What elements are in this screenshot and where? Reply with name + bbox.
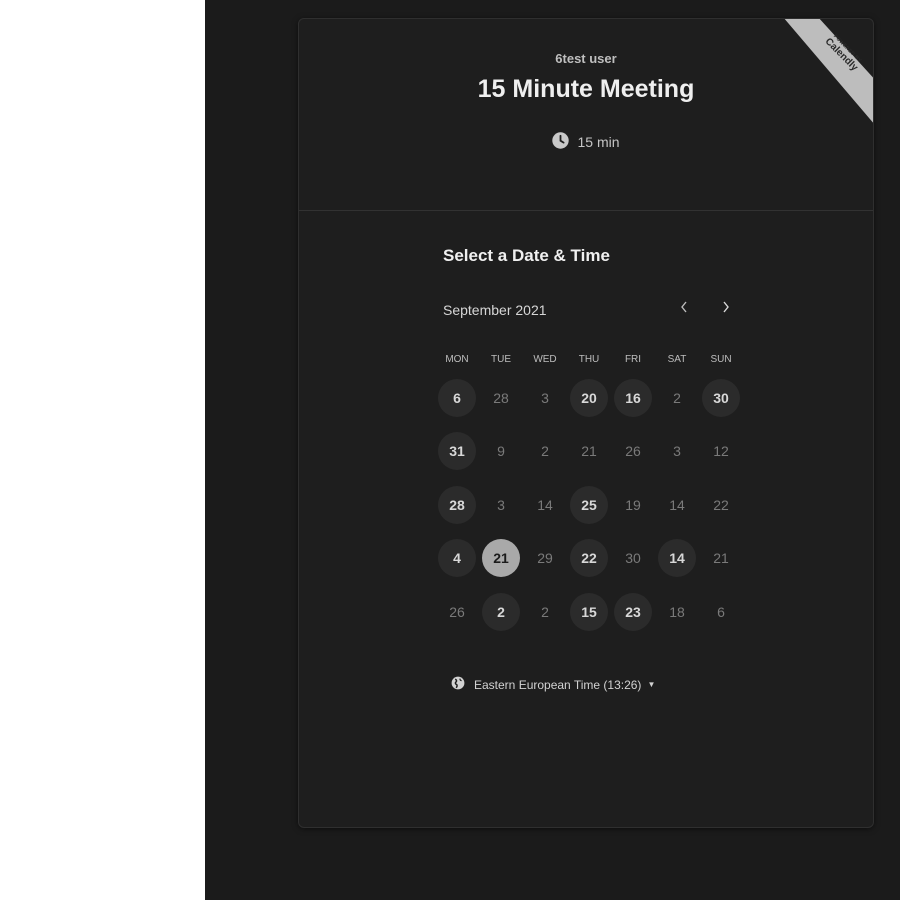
available-day-button[interactable]: 15: [570, 592, 608, 631]
calendar-cell: 3: [523, 371, 567, 425]
calendar-cell: 18: [655, 585, 699, 639]
weekday-label: THU: [578, 354, 600, 365]
timezone-label: Eastern European Time (13:26): [474, 677, 642, 692]
available-day-button[interactable]: 2: [482, 592, 520, 631]
unavailable-day: 3: [673, 443, 681, 460]
calendar-cell: 30: [611, 532, 655, 586]
available-day-button[interactable]: 30: [702, 378, 740, 417]
globe-icon: [451, 676, 465, 693]
owner-name: 6test user: [555, 51, 617, 66]
unavailable-day: 21: [581, 443, 597, 460]
calendar-cell: 28: [479, 371, 523, 425]
event-header: 6test user 15 Minute Meeting 15 min: [299, 19, 873, 211]
weekday-header-row: MON TUE WED THU FRI SAT SUN: [435, 354, 743, 365]
calendar-cell: 4: [435, 532, 479, 586]
chevron-right-icon: [721, 300, 731, 319]
weekday-label: FRI: [624, 354, 642, 365]
available-day-button[interactable]: 20: [570, 378, 608, 417]
unavailable-day: 2: [673, 389, 681, 406]
select-date-heading: Select a Date & Time: [443, 246, 610, 265]
calendar-cell: 2: [523, 585, 567, 639]
available-day-button[interactable]: 14: [658, 539, 696, 578]
duration-label: 15 min: [577, 134, 620, 150]
calendar-cell: 21: [479, 532, 523, 586]
calendar-cell: 26: [435, 585, 479, 639]
unavailable-day: 2: [541, 603, 549, 620]
calendar-cell: 25: [567, 478, 611, 532]
unavailable-day: 30: [625, 550, 641, 567]
event-title: 15 Minute Meeting: [477, 75, 695, 103]
unavailable-day: 14: [537, 496, 553, 513]
available-day-button[interactable]: 4: [438, 539, 476, 578]
available-day-button[interactable]: 22: [570, 539, 608, 578]
available-day-button[interactable]: 6: [438, 378, 476, 417]
unavailable-day: 6: [717, 603, 725, 620]
calendar-cell: 31: [435, 425, 479, 479]
calendar-cell: 3: [655, 425, 699, 479]
event-duration: 15 min: [299, 132, 873, 152]
calendar-cell: 29: [523, 532, 567, 586]
unavailable-day: 21: [713, 550, 729, 567]
calendar-cell: 14: [655, 532, 699, 586]
weekday-label: TUE: [491, 354, 511, 365]
unavailable-day: 26: [625, 443, 641, 460]
calendar-cell: 21: [699, 532, 743, 586]
available-day-button[interactable]: 28: [438, 485, 476, 524]
calendar-cell: 14: [523, 478, 567, 532]
calendar-cell: 6: [435, 371, 479, 425]
available-day-button[interactable]: 16: [614, 378, 652, 417]
previous-month-button[interactable]: [672, 297, 696, 321]
caret-down-icon: ▼: [647, 680, 656, 689]
calendar-cell: 20: [567, 371, 611, 425]
calendar-cell: 12: [699, 425, 743, 479]
calendar-cell: 21: [567, 425, 611, 479]
calendar-cell: 19: [611, 478, 655, 532]
calendar-cell: 2: [655, 371, 699, 425]
calendar-cell: 22: [699, 478, 743, 532]
header-divider: [299, 210, 873, 211]
calendar-cell: 3: [479, 478, 523, 532]
available-day-button[interactable]: 25: [570, 485, 608, 524]
calendar-day-grid: 6 28 3 20 16 2 30 31 9 2 21 26 3 12 28 3 14 25 19 14 22 4 21 29…: [435, 371, 743, 639]
calendar-cell: 26: [611, 425, 655, 479]
available-day-button[interactable]: 23: [614, 592, 652, 631]
calendar-cell: 22: [567, 532, 611, 586]
unavailable-day: 9: [497, 443, 505, 460]
calendar-cell: 23: [611, 585, 655, 639]
clock-icon: [552, 132, 570, 152]
calendar-cell: 14: [655, 478, 699, 532]
weekday-label: MON: [445, 354, 469, 365]
unavailable-day: 22: [713, 496, 729, 513]
unavailable-day: 2: [541, 443, 549, 460]
next-month-button[interactable]: [714, 297, 738, 321]
calendar-cell: 2: [479, 585, 523, 639]
unavailable-day: 3: [541, 389, 549, 406]
unavailable-day: 18: [669, 603, 685, 620]
booking-card: POWERED BY Calendly 6test user 15 Minute…: [298, 18, 874, 828]
unavailable-day: 28: [493, 389, 509, 406]
calendar-cell: 28: [435, 478, 479, 532]
weekday-label: SAT: [667, 354, 687, 365]
selected-day-button[interactable]: 21: [482, 539, 520, 578]
weekday-label: WED: [533, 354, 557, 365]
chevron-left-icon: [679, 300, 689, 319]
unavailable-day: 19: [625, 496, 641, 513]
timezone-selector[interactable]: Eastern European Time (13:26) ▼: [451, 676, 655, 693]
unavailable-day: 29: [537, 550, 553, 567]
calendar-cell: 6: [699, 585, 743, 639]
calendar-cell: 9: [479, 425, 523, 479]
calendar-cell: 2: [523, 425, 567, 479]
available-day-button[interactable]: 31: [438, 432, 476, 471]
unavailable-day: 3: [497, 496, 505, 513]
calendar-cell: 15: [567, 585, 611, 639]
month-label: September 2021: [443, 302, 547, 318]
calendar-cell: 30: [699, 371, 743, 425]
unavailable-day: 14: [669, 496, 685, 513]
calendar-cell: 16: [611, 371, 655, 425]
unavailable-day: 12: [713, 443, 729, 460]
weekday-label: SUN: [710, 354, 732, 365]
unavailable-day: 26: [449, 603, 465, 620]
